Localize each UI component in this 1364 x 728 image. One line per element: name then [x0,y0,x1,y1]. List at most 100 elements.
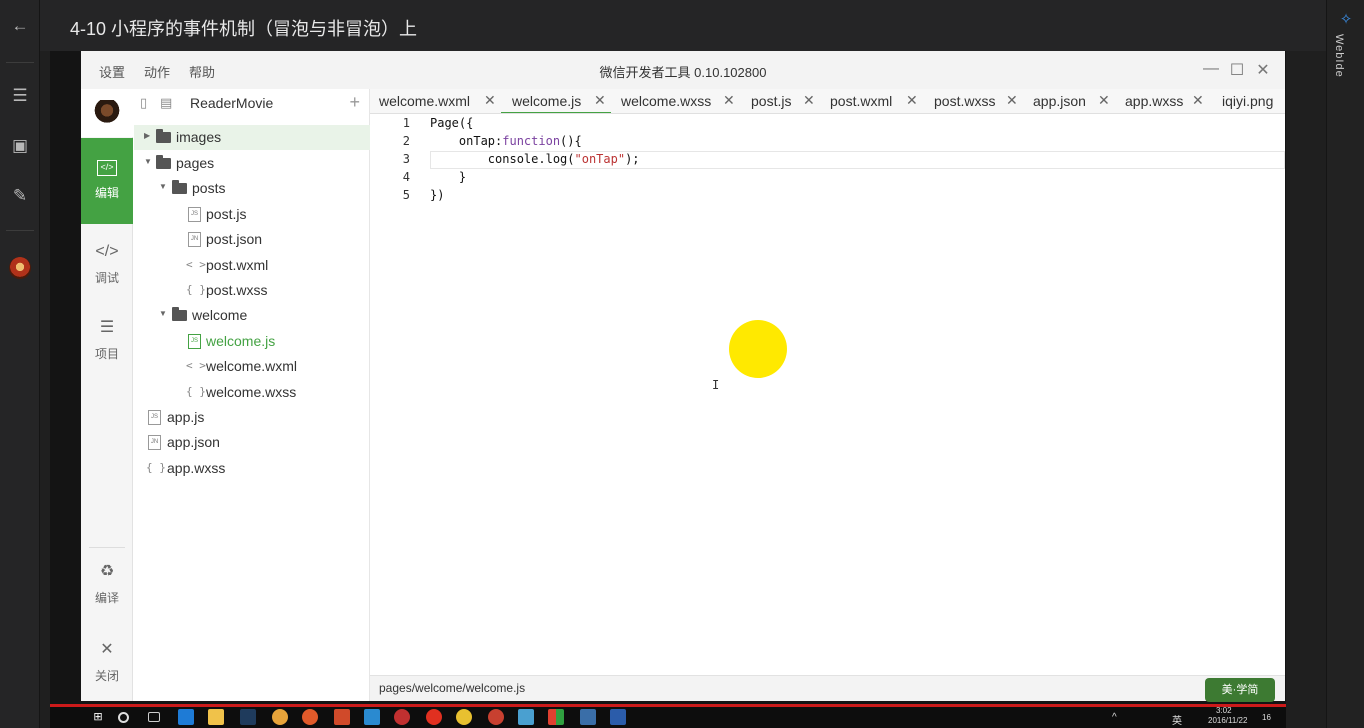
word-icon[interactable] [610,709,626,725]
tab-welcome-wxss[interactable]: welcome.wxss ✕ [621,89,741,113]
tray-language[interactable]: 英 [1172,712,1182,727]
add-file-icon[interactable]: + [349,92,360,113]
record-icon[interactable] [426,709,442,725]
maximize-icon[interactable]: ☐ [1228,60,1246,80]
tab-close-icon[interactable]: ✕ [1006,92,1018,109]
edge-icon[interactable] [178,709,194,725]
tree-file-welcome-wxml[interactable]: < > welcome.wxml [134,354,370,379]
tray-date[interactable]: 2016/11/22 [1208,716,1247,725]
code-line: } [430,170,467,184]
tree-node-label: post.wxss [206,282,268,298]
chrome-icon[interactable] [272,709,288,725]
pencil-icon[interactable]: ✎ [0,178,40,214]
tab-label: post.wxss [934,93,996,109]
photoshop-icon[interactable] [240,709,256,725]
json-file-icon: JN [188,232,201,247]
code-area[interactable]: 1 2 3 4 5 Page({ onTap:function(){ conso… [370,114,1285,675]
app-icon[interactable] [488,709,504,725]
app-icon[interactable] [364,709,380,725]
devtools-window: 设置 动作 帮助 微信开发者工具 0.10.102800 — ☐ ✕ </> 编… [81,51,1285,701]
task-view-icon[interactable] [148,712,160,722]
tree-folder-pages[interactable]: ▼ pages [134,151,370,176]
menu-bar: 设置 动作 帮助 微信开发者工具 0.10.102800 — ☐ ✕ [81,51,1285,89]
tab-close-icon[interactable]: ✕ [594,92,606,109]
tree-file-post-wxml[interactable]: < > post.wxml [134,253,370,278]
sidebar-project-label: 项目 [94,347,119,361]
tab-post-wxss[interactable]: post.wxss ✕ [934,89,1029,113]
tab-close-icon[interactable]: ✕ [484,92,496,109]
tab-label: welcome.wxml [379,93,471,109]
webide-label: WebIde [1333,34,1345,78]
app-icon[interactable] [548,709,564,725]
tab-label: welcome.js [512,93,582,109]
tab-close-icon[interactable]: ✕ [1192,92,1204,109]
file-path: pages/welcome/welcome.js [379,681,526,695]
close-window-icon[interactable]: ✕ [1254,60,1272,80]
tree-node-label: posts [192,180,226,196]
code-token: console.log( [430,152,575,166]
powerpoint-icon[interactable] [334,709,350,725]
app-icon[interactable] [456,709,472,725]
devtools-icon[interactable] [580,709,596,725]
explorer-icon[interactable] [208,709,224,725]
tree-file-welcome-js[interactable]: JS welcome.js [134,329,370,354]
tab-app-json[interactable]: app.json ✕ [1033,89,1125,113]
tray-time[interactable]: 3:02 [1216,706,1232,715]
help-icon[interactable]: ▣ [0,128,40,164]
sidebar-close[interactable]: ✕ 关闭 [81,625,133,711]
sidebar-project[interactable]: ☰ 项目 [81,301,133,387]
outer-right-rail: ✧ WebIde [1326,0,1364,728]
tab-welcome-js[interactable]: welcome.js ✕ [501,89,611,113]
line-number: 2 [402,134,410,148]
tab-label: app.wxss [1125,93,1184,109]
tab-post-js[interactable]: post.js ✕ [751,89,821,113]
tree-header: ▯ ▤ ReaderMovie + [134,89,370,117]
tree-structure-icon[interactable]: ▤ [160,95,172,111]
tree-file-post-js[interactable]: JS post.js [134,202,370,227]
rail-divider [6,230,34,231]
tray-arrow-icon[interactable]: ^ [1112,712,1117,723]
app-icon[interactable] [302,709,318,725]
tree-folder-images[interactable]: ▶ images [134,125,370,150]
tab-close-icon[interactable]: ✕ [1098,92,1110,109]
tree-file-app-wxss[interactable]: { } app.wxss [134,456,370,481]
js-file-icon: JS [148,410,161,425]
tree-node-label: pages [176,155,215,171]
user-avatar[interactable] [81,89,133,137]
tab-welcome-wxml[interactable]: welcome.wxml ✕ [379,89,499,113]
tab-close-icon[interactable]: ✕ [803,92,815,109]
phone-icon[interactable]: ▯ [140,95,147,111]
sidebar-debug-label: 调试 [94,271,119,285]
tree-folder-welcome[interactable]: ▼ welcome [134,303,370,328]
sidebar-debug[interactable]: </> 调试 [81,225,133,311]
collapsed-arrow-icon: ▶ [144,131,151,140]
sidebar-edit[interactable]: </> 编辑 [81,138,133,224]
minimize-icon[interactable]: — [1202,60,1220,78]
search-icon[interactable] [118,712,129,723]
app-icon[interactable] [518,709,534,725]
tree-node-label: post.wxml [206,257,269,273]
tree-folder-posts[interactable]: ▼ posts [134,176,370,201]
app-icon[interactable] [394,709,410,725]
tab-close-icon[interactable]: ✕ [906,92,918,109]
tree-node-label: images [176,129,222,145]
tab-post-wxml[interactable]: post.wxml ✕ [830,89,925,113]
tree-node-label: welcome [192,307,248,323]
json-file-icon: JN [148,435,161,450]
tree-file-post-wxss[interactable]: { } post.wxss [134,278,370,303]
tab-iqiyi-png[interactable]: iqiyi.png [1222,89,1285,113]
sidebar-compile[interactable]: ♻ 编译 [81,545,133,631]
tab-close-icon[interactable]: ✕ [723,92,735,109]
menu-icon[interactable]: ☰ [0,78,40,114]
js-file-icon: JS [188,334,201,349]
user-avatar-icon[interactable] [0,250,40,286]
notification-count[interactable]: 16 [1262,713,1271,722]
code-editor: welcome.wxml ✕ welcome.js ✕ welcome.wxss… [370,89,1285,675]
tree-file-app-js[interactable]: JS app.js [134,405,370,430]
back-arrow-icon[interactable]: ← [0,8,40,44]
tab-app-wxss[interactable]: app.wxss ✕ [1125,89,1217,113]
tree-file-app-json[interactable]: JN app.json [134,430,370,455]
tree-file-post-json[interactable]: JN post.json [134,227,370,252]
tree-file-welcome-wxss[interactable]: { } welcome.wxss [134,380,370,405]
windows-start-icon[interactable]: ⊞ [90,709,106,725]
